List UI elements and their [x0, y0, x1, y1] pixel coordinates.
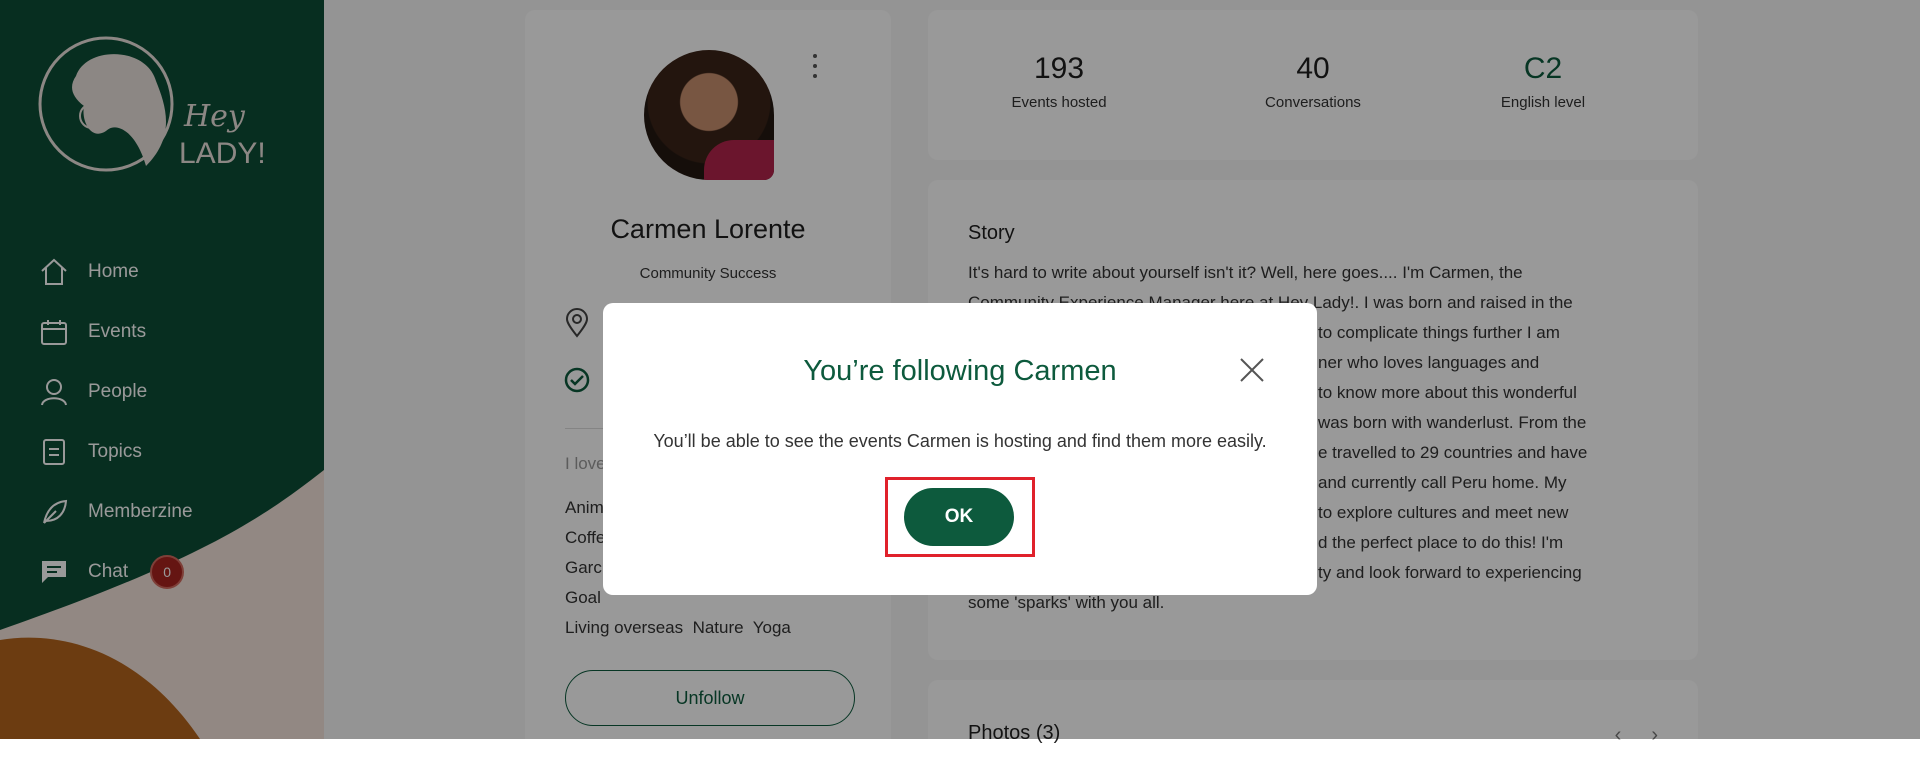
ok-button[interactable]: OK: [904, 488, 1014, 546]
modal-title: You’re following Carmen: [803, 355, 1117, 387]
modal-message: You’ll be able to see the events Carmen …: [653, 431, 1267, 451]
follow-confirmation-modal: You’re following Carmen You’ll be able t…: [603, 303, 1317, 595]
close-icon[interactable]: [1237, 355, 1267, 385]
